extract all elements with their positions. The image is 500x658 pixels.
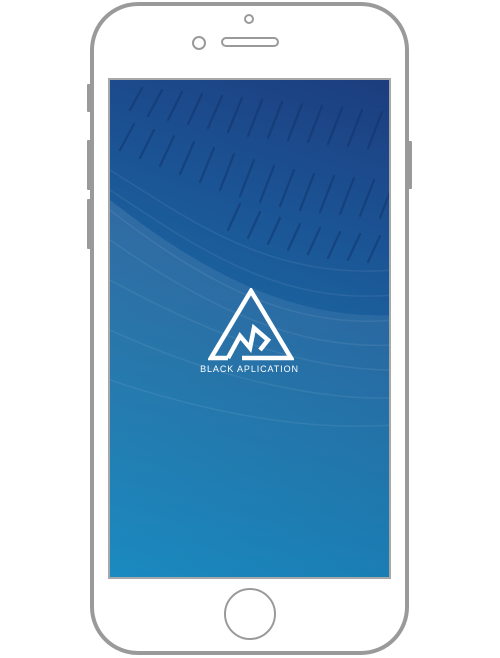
home-button[interactable]	[224, 588, 276, 640]
power-button	[408, 141, 412, 189]
volume-down-button	[87, 199, 91, 249]
camera-icon	[244, 14, 254, 24]
mute-switch	[87, 84, 91, 112]
volume-up-button	[87, 140, 91, 190]
splash-screen[interactable]: BLACK APLICATION	[108, 78, 391, 579]
earpiece-speaker	[221, 37, 279, 47]
brand-name: BLACK APLICATION	[200, 364, 299, 374]
front-camera-icon	[192, 36, 206, 50]
triangle-monogram-icon	[208, 288, 294, 361]
